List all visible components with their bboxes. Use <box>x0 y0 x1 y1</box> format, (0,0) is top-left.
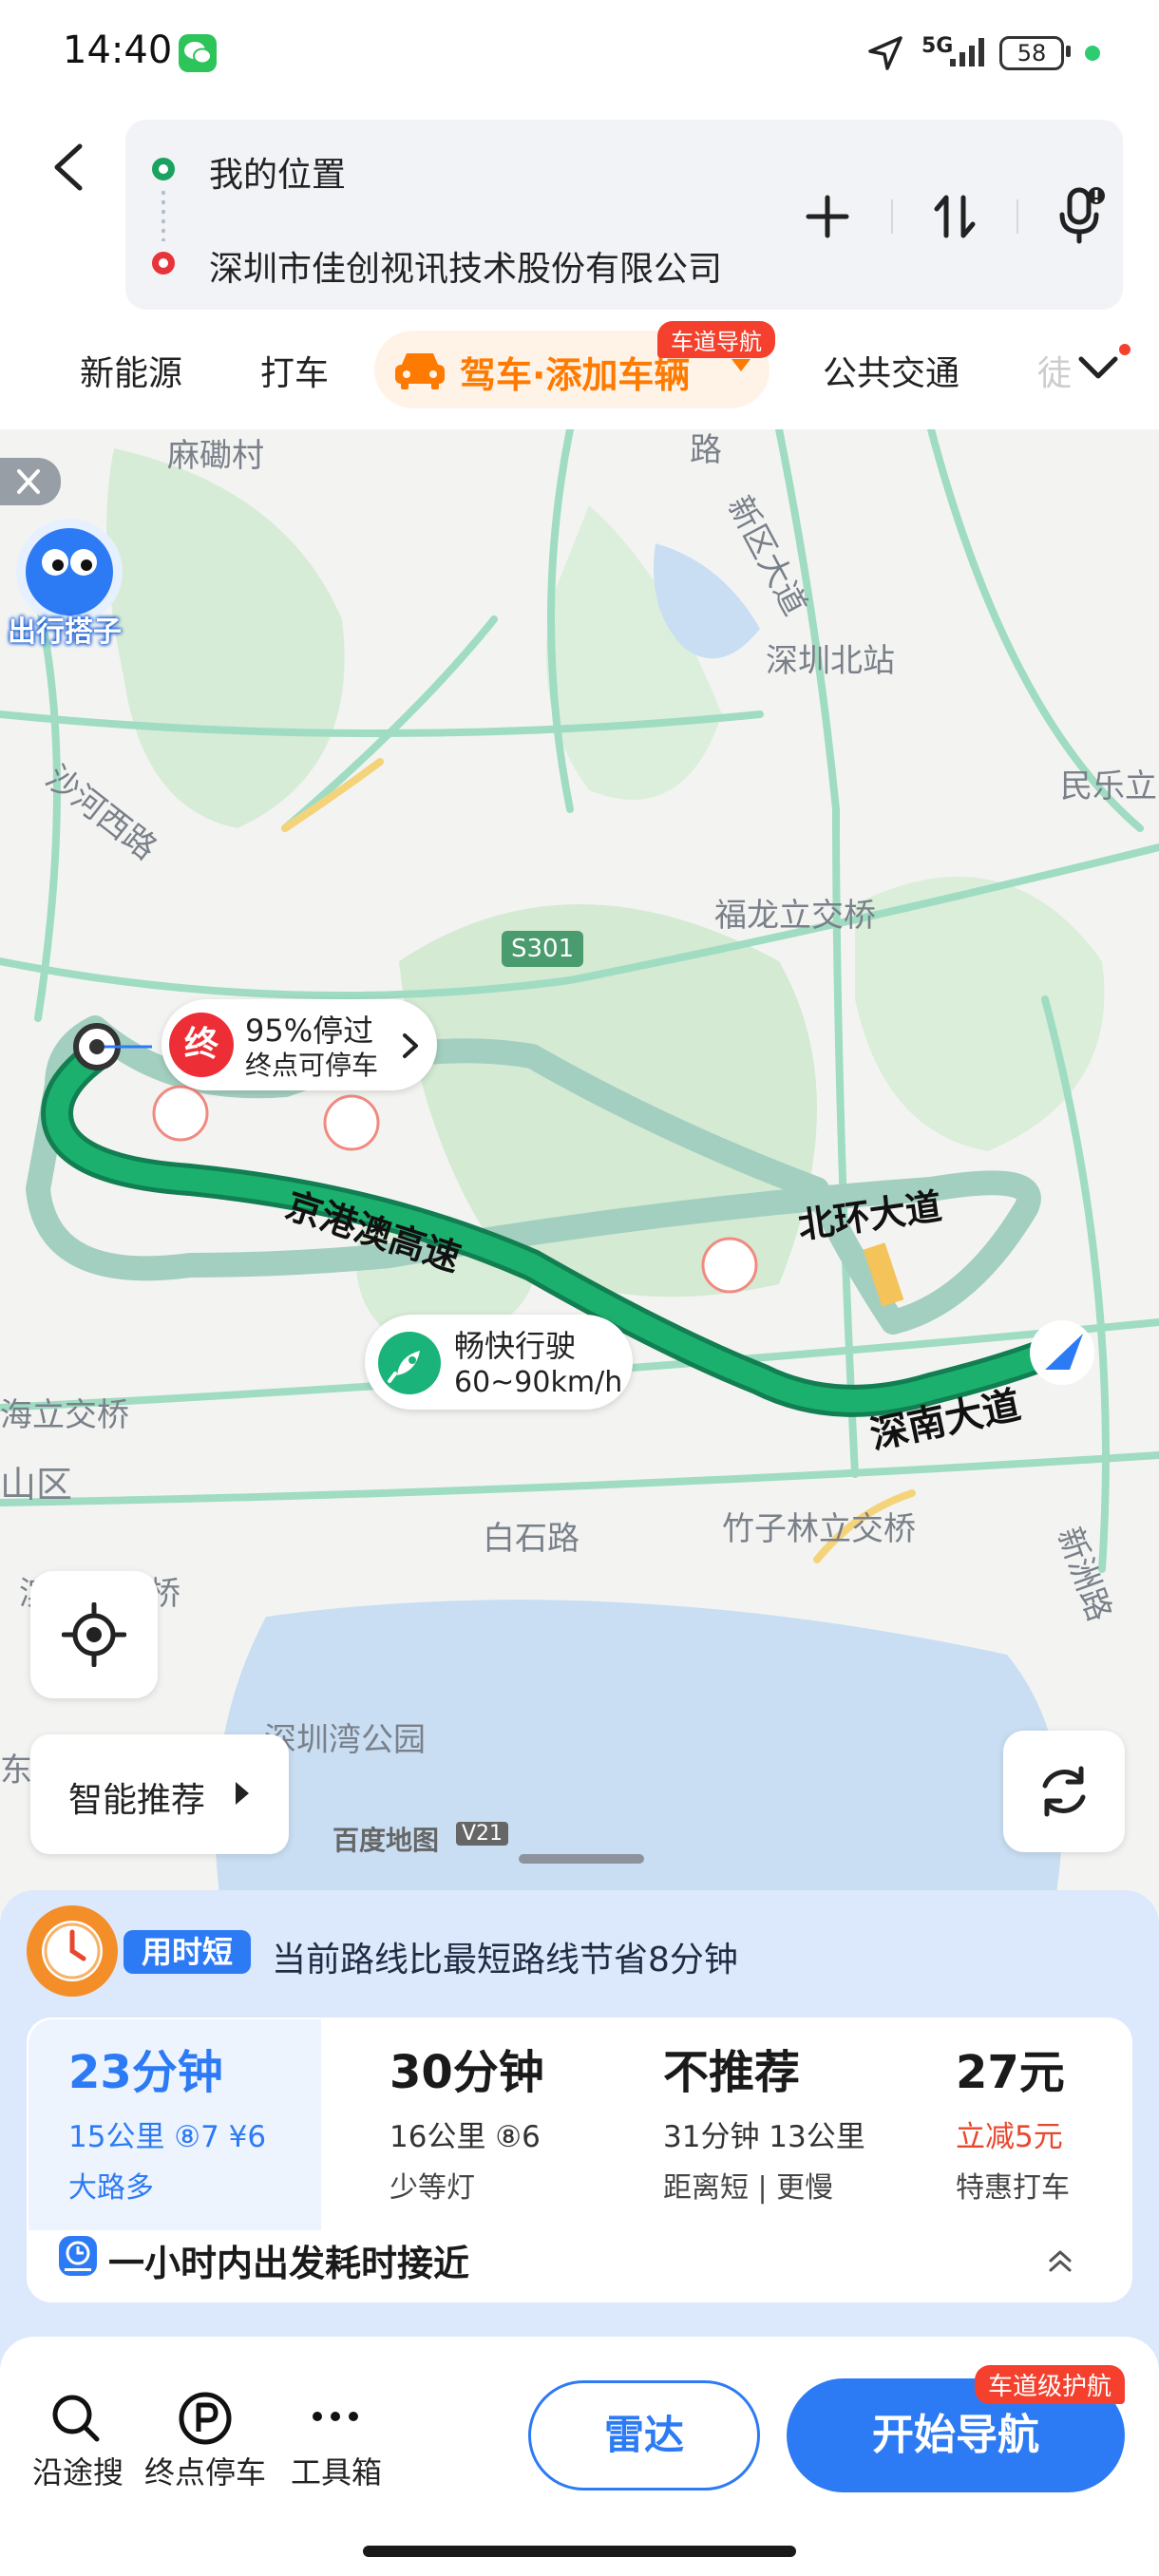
route-2-meta: 16公里 ⑧6 <box>390 2120 541 2154</box>
map-label: 山区 <box>0 1464 73 1506</box>
route-3-meta: 31分钟 13公里 <box>663 2120 865 2154</box>
tab-walk-faded[interactable]: 徒 <box>1037 346 1072 395</box>
route-1-time[interactable]: 23分钟 <box>68 2035 223 2101</box>
route-connector <box>162 188 165 241</box>
lane-guard-badge: 车道级护航 <box>975 2365 1126 2404</box>
home-indicator[interactable] <box>363 2546 796 2557</box>
speed-range: 60~90km/h <box>454 1366 623 1399</box>
double-chevron-up-icon[interactable] <box>1045 2245 1075 2280</box>
route-3-time[interactable]: 不推荐 <box>663 2035 800 2101</box>
tab-new-energy[interactable]: 新能源 <box>80 346 182 395</box>
departure-time-note[interactable]: 一小时内出发耗时接近 <box>108 2234 469 2286</box>
map-label: 福龙立交桥 <box>714 897 876 935</box>
end-parking-label[interactable]: 终点停车 <box>144 2449 266 2492</box>
route-2-time[interactable]: 30分钟 <box>390 2035 544 2101</box>
tab-taxi[interactable]: 打车 <box>260 346 329 395</box>
play-triangle-icon <box>236 1782 249 1805</box>
battery-level: 58 <box>999 36 1064 70</box>
parking-available: 终点可停车 <box>245 1050 379 1081</box>
highway-shield: S301 <box>502 931 584 967</box>
more-dots-icon[interactable] <box>310 2397 361 2439</box>
taxi-option-price[interactable]: 27元 <box>956 2035 1065 2101</box>
clock-icon <box>27 1905 118 1997</box>
map-canvas <box>0 429 1159 1949</box>
taxi-option-tag: 特惠打车 <box>956 2171 1070 2205</box>
travel-buddy-label[interactable]: 出行搭子 <box>8 608 122 650</box>
time-saving-note: 当前路线比最短路线节省8分钟 <box>272 1941 738 1979</box>
back-icon[interactable] <box>48 141 89 198</box>
wechat-notification-icon <box>179 34 217 72</box>
tab-transit[interactable]: 公共交通 <box>823 346 960 395</box>
parking-icon[interactable] <box>177 2390 234 2451</box>
map-version: V21 <box>456 1822 509 1846</box>
caret-down-icon <box>732 359 750 371</box>
status-time: 14:40 <box>63 28 173 72</box>
map-label: 深圳北站 <box>766 642 895 680</box>
refresh-icon <box>1042 1766 1086 1817</box>
signal-icon <box>948 36 988 72</box>
privacy-indicator-dot <box>1085 46 1100 61</box>
map-label: 白石路 <box>483 1520 580 1558</box>
route-1-tag: 大路多 <box>68 2171 154 2205</box>
chevron-right-icon <box>399 1032 422 1064</box>
toolbox-label[interactable]: 工具箱 <box>291 2449 382 2492</box>
swap-route-icon[interactable] <box>931 190 978 247</box>
map-brand: 百度地图 <box>332 1825 440 1856</box>
locate-me-button[interactable] <box>30 1571 158 1698</box>
map-label: 路 <box>690 431 722 469</box>
route-2-tag: 少等灯 <box>390 2171 475 2205</box>
fastest-badge: 用时短 <box>124 1930 251 1974</box>
battery-tip <box>1066 46 1071 57</box>
divider <box>1016 199 1018 234</box>
notification-dot <box>1119 344 1130 355</box>
route-3-tag: 距离短 | 更慢 <box>663 2171 834 2205</box>
destination-input[interactable]: 深圳市佳创视讯技术股份有限公司 <box>209 241 722 291</box>
route-1-meta: 15公里 ⑧7 ¥6 <box>68 2120 267 2154</box>
origin-input[interactable]: 我的位置 <box>209 147 346 197</box>
radar-button[interactable]: 雷达 <box>528 2380 760 2491</box>
rocket-icon <box>378 1332 441 1394</box>
voice-microphone-icon[interactable] <box>1056 186 1106 249</box>
chevron-down-icon[interactable] <box>1075 350 1121 391</box>
map-label: 竹子林立交桥 <box>722 1510 916 1548</box>
sheet-drag-handle[interactable] <box>519 1854 644 1864</box>
add-waypoint-icon[interactable] <box>804 190 851 247</box>
map-label: 民乐立 <box>1060 767 1157 805</box>
map-view[interactable]: 麻磡村 路 新区大道 深圳北站 民乐立 沙河西路 福龙立交桥 S301 京港澳高… <box>0 429 1159 1949</box>
search-along-label[interactable]: 沿途搜 <box>32 2449 124 2492</box>
tab-drive-label: 驾车·添加车辆 <box>460 354 691 396</box>
departure-time-icon <box>59 2236 97 2276</box>
search-icon[interactable] <box>49 2392 103 2449</box>
destination-marker-icon: 终 <box>169 1013 234 1077</box>
speed-title: 畅快行驶 <box>454 1328 577 1364</box>
refresh-route-button[interactable] <box>1003 1731 1125 1852</box>
destination-dot-icon <box>152 252 175 275</box>
smart-recommend-label: 智能推荐 <box>68 1781 206 1820</box>
divider <box>891 199 893 234</box>
lane-nav-badge: 车道导航 <box>657 321 775 358</box>
crosshair-icon <box>62 1602 126 1667</box>
close-icon[interactable] <box>0 458 61 505</box>
origin-dot-icon <box>152 158 175 180</box>
map-label: 麻磡村 <box>167 437 264 475</box>
map-label: 海立交桥 <box>0 1396 129 1434</box>
location-arrow-icon <box>866 34 904 76</box>
map-label: 东 <box>0 1752 32 1790</box>
car-icon <box>393 346 446 395</box>
taxi-discount: 立减5元 <box>956 2120 1063 2154</box>
